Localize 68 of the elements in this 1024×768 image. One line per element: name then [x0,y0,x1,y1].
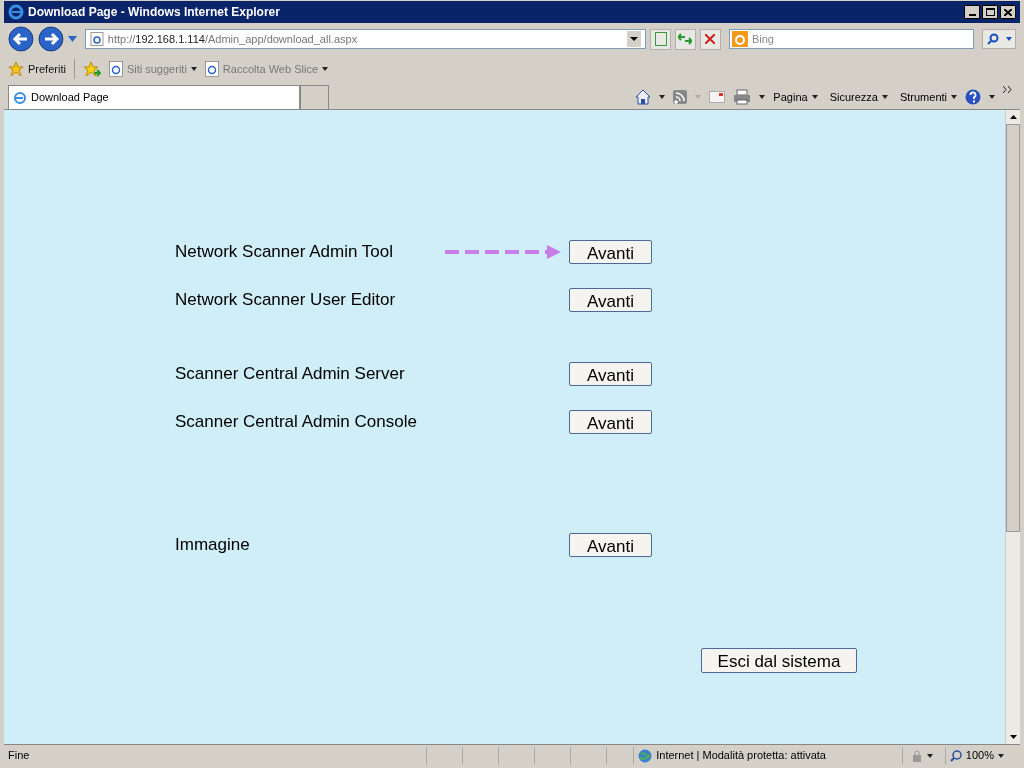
window-title: Download Page - Windows Internet Explorer [28,4,280,21]
refresh-button[interactable] [675,28,696,50]
download-button[interactable]: Avanti [569,240,652,264]
dropdown-arrow-icon[interactable] [881,95,888,99]
close-button[interactable] [1000,5,1016,19]
item-label: Network Scanner Admin Tool [175,241,394,264]
browser-tab[interactable]: Download Page [8,85,300,109]
search-field[interactable]: Bing [728,29,975,49]
menu-button[interactable]: Pagina [773,88,808,106]
zoom-control[interactable]: 100% [944,746,1020,765]
browser-logo-icon [8,4,24,20]
chevron-icon[interactable] [1003,86,1012,93]
star-icon [8,61,24,77]
menu-button[interactable]: Strumenti [899,88,947,106]
search-input[interactable]: Bing [751,30,952,48]
dropdown-arrow-icon[interactable] [951,95,957,99]
address-field[interactable]: http://192.168.1.114/Admin_app/download_all.aspx [84,29,647,49]
item-label: Network Scanner User Editor [175,289,397,312]
scrollbar[interactable] [1005,110,1020,744]
zoom-icon [949,749,962,762]
mail-icon[interactable] [709,91,726,103]
stop-icon [705,34,716,44]
item-label: Scanner Central Admin Console [175,411,418,434]
url-text: http://192.168.1.114/Admin_app/download_all.aspx [107,31,358,47]
download-button[interactable]: Avanti [569,533,652,557]
logout-button[interactable]: Esci dal sistema [701,648,857,673]
page-icon [654,32,667,46]
download-button[interactable]: Avanti [569,288,652,312]
dropdown-arrow-icon[interactable] [811,95,818,99]
item-label: Scanner Central Admin Server [175,363,406,386]
dropdown-arrow-icon[interactable] [927,753,934,758]
browser-logo-icon [13,90,27,105]
menu-button[interactable]: Sicurezza [829,88,878,106]
refresh-icon [678,33,693,45]
item-label: Immagine [175,534,251,557]
maximize-button[interactable] [982,5,998,19]
home-icon[interactable] [635,89,652,105]
page-icon [89,32,104,46]
status-text: Fine [7,748,31,764]
compatibility-button[interactable] [650,28,671,50]
scroll-thumb[interactable] [1006,124,1020,532]
download-button[interactable]: Avanti [569,410,652,434]
back-icon[interactable] [8,26,34,52]
page-icon [204,61,219,77]
minimize-button[interactable] [964,5,980,19]
printer-icon[interactable] [733,89,752,105]
search-icon [986,33,999,45]
dropdown-arrow-icon [998,753,1004,758]
globe-icon [638,748,653,763]
search-button[interactable] [982,29,1016,49]
close-icon [1004,8,1012,16]
feed-icon[interactable] [673,90,688,104]
minimize-icon [968,14,976,16]
favorites-button[interactable]: Preferiti [28,60,66,78]
dropdown-arrow-icon[interactable] [322,67,328,71]
page-icon [108,61,123,77]
maximize-icon [985,8,995,16]
search-provider-icon [731,31,748,47]
dropdown-arrow-icon [1005,37,1012,41]
stop-button[interactable] [699,28,721,50]
forward-icon[interactable] [37,26,64,52]
download-button[interactable]: Avanti [569,362,652,386]
dropdown-arrow-icon[interactable] [759,95,766,99]
dropdown-arrow-icon[interactable] [989,95,995,99]
security-zone-text: Internet | Modalità protetta: attivata [656,748,826,764]
dropdown-arrow-icon[interactable] [190,67,197,71]
dropdown-arrow-icon[interactable] [659,95,666,99]
help-icon[interactable] [965,89,981,105]
